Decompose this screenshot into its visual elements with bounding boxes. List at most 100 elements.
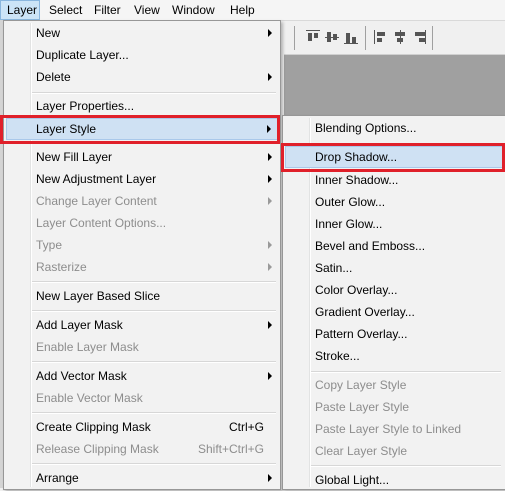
- submenu-arrow-icon: [268, 29, 272, 37]
- align-vertical-centers-icon[interactable]: [325, 30, 339, 44]
- menu-item-label: Bevel and Emboss...: [315, 239, 426, 253]
- menu-separator: [32, 92, 276, 94]
- menu-item-layer-content-options: Layer Content Options...: [6, 212, 278, 234]
- menu-item-label: Outer Glow...: [315, 195, 386, 209]
- menu-item-label: Enable Layer Mask: [36, 340, 139, 354]
- menu-bar: Layer Select Filter View Window Help: [0, 0, 505, 21]
- menu-view[interactable]: View: [128, 0, 166, 20]
- shortcut-label: Shift+Ctrl+G: [197, 442, 264, 456]
- menu-window[interactable]: Window: [166, 0, 221, 20]
- menu-item-delete[interactable]: Delete: [6, 66, 278, 88]
- menu-item-enable-layer-mask: Enable Layer Mask: [6, 336, 278, 358]
- menu-separator: [32, 310, 276, 312]
- menu-item-label: Inner Glow...: [315, 217, 383, 231]
- align-right-edges-icon[interactable]: [412, 30, 426, 44]
- submenu-arrow-icon: [268, 372, 272, 380]
- align-top-edges-icon[interactable]: [306, 30, 320, 44]
- submenu-item-gradient-overlay[interactable]: Gradient Overlay...: [285, 301, 503, 323]
- menu-item-label: Clear Layer Style: [315, 444, 408, 458]
- align-bottom-edges-icon[interactable]: [344, 30, 358, 44]
- menu-item-new-layer-based-slice[interactable]: New Layer Based Slice: [6, 285, 278, 307]
- menu-item-label: Paste Layer Style to Linked: [315, 422, 462, 436]
- menu-separator: [32, 463, 276, 465]
- toolbar-divider: [432, 26, 433, 50]
- menu-item-layer-style[interactable]: Layer Style: [6, 118, 278, 140]
- menu-separator: [32, 281, 276, 283]
- menu-item-label: New Layer Based Slice: [36, 289, 161, 303]
- menu-item-label: Rasterize: [36, 260, 87, 274]
- menu-layer[interactable]: Layer: [0, 0, 40, 20]
- menu-item-rasterize: Rasterize: [6, 256, 278, 278]
- menu-item-type: Type: [6, 234, 278, 256]
- menu-separator: [311, 465, 501, 467]
- menu-item-add-vector-mask[interactable]: Add Vector Mask: [6, 365, 278, 387]
- submenu-item-copy-layer-style: Copy Layer Style: [285, 374, 503, 396]
- menu-item-label: Add Layer Mask: [36, 318, 123, 332]
- options-toolbar: [284, 22, 505, 55]
- submenu-arrow-icon: [268, 263, 272, 271]
- submenu-arrow-icon: [268, 175, 272, 183]
- align-horizontal-centers-icon[interactable]: [393, 30, 407, 44]
- menu-item-label: Add Vector Mask: [36, 369, 127, 383]
- menu-item-new-fill-layer[interactable]: New Fill Layer: [6, 146, 278, 168]
- menu-separator: [311, 371, 501, 373]
- menu-help[interactable]: Help: [224, 0, 261, 20]
- submenu-arrow-icon: [268, 153, 272, 161]
- menu-item-label: Change Layer Content: [36, 194, 157, 208]
- layer-menu: New Duplicate Layer... Delete Layer Prop…: [3, 20, 281, 490]
- menu-item-layer-properties[interactable]: Layer Properties...: [6, 95, 278, 117]
- submenu-item-inner-shadow[interactable]: Inner Shadow...: [285, 169, 503, 191]
- menu-item-duplicate-layer[interactable]: Duplicate Layer...: [6, 44, 278, 66]
- submenu-item-inner-glow[interactable]: Inner Glow...: [285, 213, 503, 235]
- menu-item-new-adjustment-layer[interactable]: New Adjustment Layer: [6, 168, 278, 190]
- menu-item-add-layer-mask[interactable]: Add Layer Mask: [6, 314, 278, 336]
- align-left-edges-icon[interactable]: [374, 30, 388, 44]
- menu-item-label: Color Overlay...: [315, 283, 398, 297]
- submenu-item-paste-layer-style: Paste Layer Style: [285, 396, 503, 418]
- menu-item-new[interactable]: New: [6, 22, 278, 44]
- menu-item-label: Create Clipping Mask: [36, 420, 151, 434]
- menu-item-label: Drop Shadow...: [315, 150, 398, 164]
- submenu-arrow-icon: [268, 73, 272, 81]
- submenu-item-color-overlay[interactable]: Color Overlay...: [285, 279, 503, 301]
- menu-select[interactable]: Select: [43, 0, 88, 20]
- submenu-item-blending-options[interactable]: Blending Options...: [285, 117, 503, 139]
- menu-item-label: New: [36, 26, 61, 40]
- submenu-arrow-icon: [268, 474, 272, 482]
- submenu-item-clear-layer-style: Clear Layer Style: [285, 440, 503, 462]
- submenu-item-satin[interactable]: Satin...: [285, 257, 503, 279]
- menu-item-create-clipping-mask[interactable]: Create Clipping Mask Ctrl+G: [6, 416, 278, 438]
- menu-separator: [32, 142, 276, 144]
- layer-style-submenu: Blending Options... Drop Shadow... Inner…: [282, 115, 505, 490]
- menu-separator: [311, 143, 501, 145]
- menu-item-label: Arrange: [36, 471, 79, 485]
- menu-item-change-layer-content: Change Layer Content: [6, 190, 278, 212]
- submenu-item-outer-glow[interactable]: Outer Glow...: [285, 191, 503, 213]
- submenu-arrow-icon: [267, 125, 271, 133]
- submenu-item-drop-shadow[interactable]: Drop Shadow...: [285, 146, 503, 168]
- menu-item-label: Layer Style: [36, 122, 97, 136]
- submenu-item-pattern-overlay[interactable]: Pattern Overlay...: [285, 323, 503, 345]
- submenu-item-stroke[interactable]: Stroke...: [285, 345, 503, 367]
- submenu-item-bevel-and-emboss[interactable]: Bevel and Emboss...: [285, 235, 503, 257]
- menu-item-label: Duplicate Layer...: [36, 48, 129, 62]
- menu-item-label: Delete: [36, 70, 71, 84]
- menu-item-label: Layer Content Options...: [36, 216, 167, 230]
- menu-item-arrange[interactable]: Arrange: [6, 467, 278, 489]
- toolbar-divider: [365, 26, 366, 50]
- menu-separator: [32, 412, 276, 414]
- menu-item-label: Gradient Overlay...: [315, 305, 415, 319]
- menu-item-label: Satin...: [315, 261, 353, 275]
- canvas-background: [284, 55, 505, 118]
- menu-item-label: Blending Options...: [315, 121, 417, 135]
- menu-item-release-clipping-mask: Release Clipping Mask Shift+Ctrl+G: [6, 438, 278, 460]
- menu-item-label: Copy Layer Style: [315, 378, 407, 392]
- menu-item-label: Type: [36, 238, 63, 252]
- menu-item-label: Inner Shadow...: [315, 173, 399, 187]
- submenu-arrow-icon: [268, 241, 272, 249]
- menu-item-label: Layer Properties...: [36, 99, 135, 113]
- menu-filter[interactable]: Filter: [88, 0, 127, 20]
- menu-item-label: New Fill Layer: [36, 150, 113, 164]
- submenu-arrow-icon: [268, 197, 272, 205]
- menu-item-label: Stroke...: [315, 349, 360, 363]
